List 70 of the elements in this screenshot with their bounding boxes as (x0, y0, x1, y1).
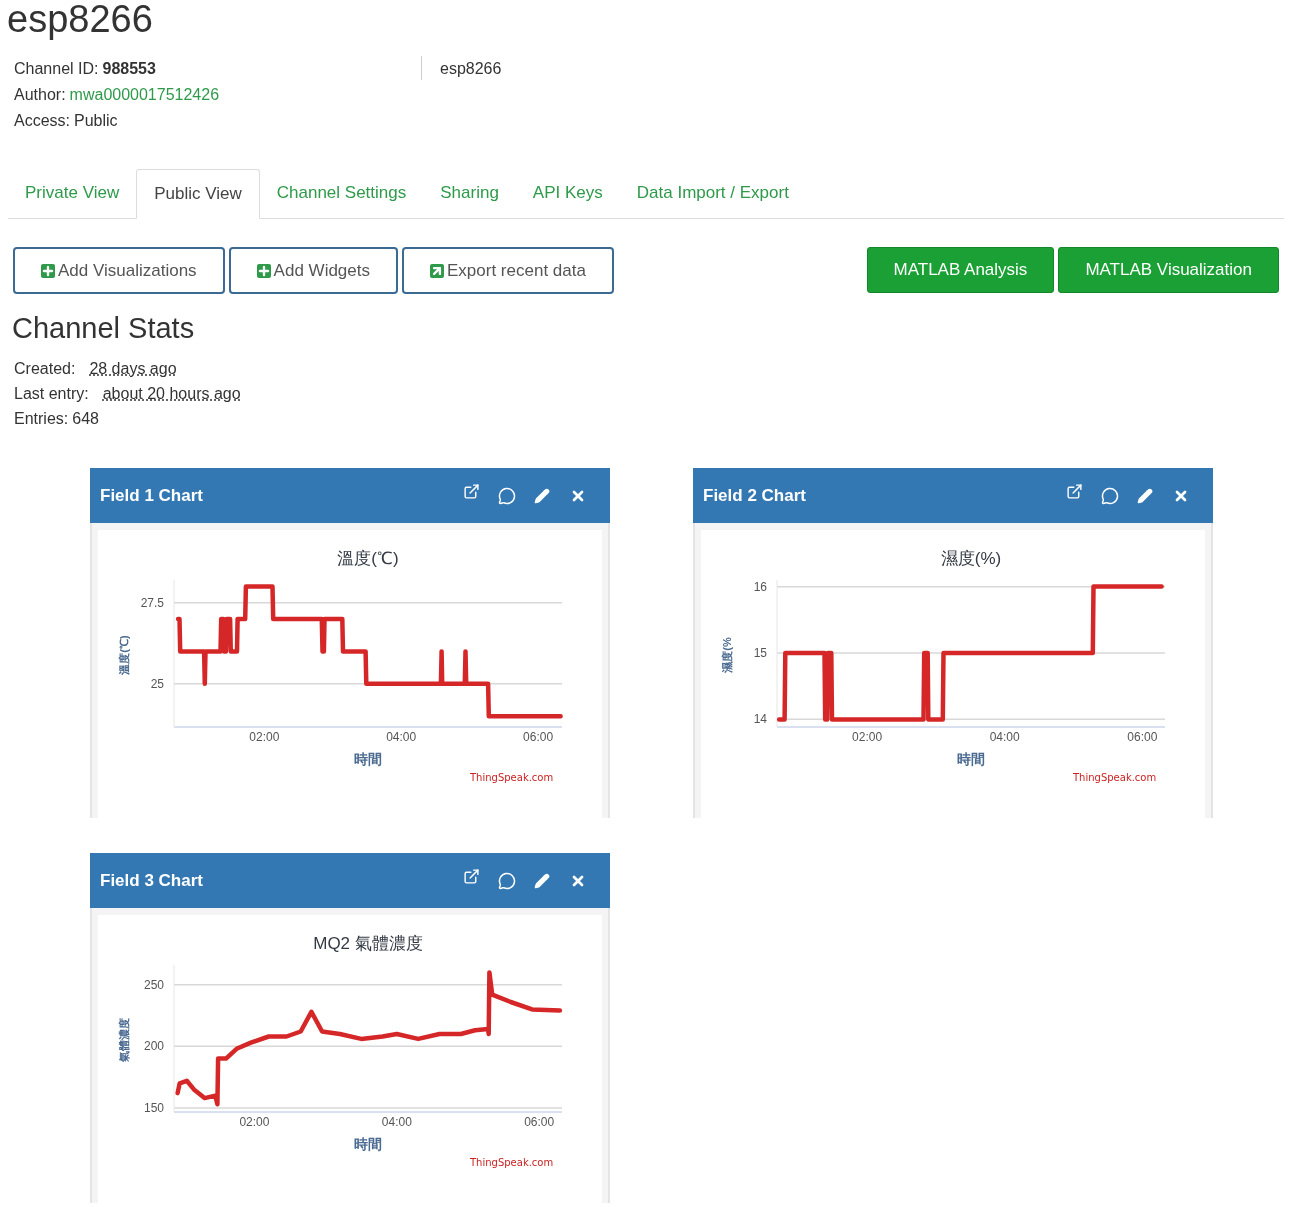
info-label: Author: (14, 85, 66, 105)
action-button[interactable]: Add Visualizations (13, 247, 225, 294)
y-axis-title: 濕度(% (721, 637, 733, 673)
y-tick-label: 14 (753, 712, 767, 727)
info-value: Public (74, 111, 118, 131)
info-label: Access: (14, 111, 70, 131)
widget-title: Field 1 Chart (100, 484, 204, 507)
y-axis-title: 溫度(℃) (118, 635, 130, 675)
y-tick-label: 27.5 (140, 595, 164, 610)
y-tick-label: 250 (143, 977, 164, 992)
chart-credit: ThingSpeak.com (1073, 771, 1157, 785)
x-tick-label: 02:00 (852, 730, 883, 744)
y-tick-label: 200 (143, 1039, 164, 1054)
x-tick-label: 06:00 (524, 1115, 555, 1129)
edit-icon[interactable] (534, 487, 550, 504)
info-value: 988553 (102, 59, 156, 79)
chart-title: 溫度(℃) (337, 549, 399, 568)
tab[interactable]: Public View (136, 169, 260, 219)
chart-title: 濕度(%) (940, 549, 1002, 568)
action-button[interactable]: Export recent data (402, 247, 614, 294)
y-tick-label: 15 (753, 646, 767, 660)
y-tick-label: 25 (150, 676, 164, 691)
comment-icon[interactable] (1101, 486, 1119, 505)
tab[interactable]: API Keys (515, 168, 620, 218)
section-title: Channel Stats (11, 311, 196, 345)
external-link-icon[interactable] (1066, 483, 1083, 500)
author-link[interactable]: mwa0000017512426 (69, 84, 220, 105)
x-tick-label: 04:00 (381, 1115, 412, 1129)
x-tick-label: 04:00 (386, 730, 417, 744)
x-axis-title: 時間 (957, 751, 985, 767)
stat-value: about 20 hours ago (102, 384, 241, 404)
x-tick-label: 06:00 (523, 730, 554, 744)
stat-value: 648 (72, 409, 99, 429)
external-link-icon[interactable] (463, 483, 480, 500)
tab[interactable]: Sharing (423, 168, 516, 218)
x-tick-label: 06:00 (1127, 730, 1158, 744)
plus-icon (256, 263, 271, 278)
stat-label: Last entry: (14, 384, 89, 404)
matlab-button[interactable]: MATLAB Visualization (1058, 247, 1279, 293)
chart-credit: ThingSpeak.com (470, 1156, 554, 1170)
x-tick-label: 02:00 (239, 1115, 270, 1129)
external-link-icon[interactable] (463, 868, 480, 885)
chart-credit: ThingSpeak.com (470, 771, 554, 785)
comment-icon[interactable] (498, 486, 516, 505)
edit-icon[interactable] (1137, 487, 1153, 504)
x-axis-title: 時間 (354, 751, 382, 767)
action-button[interactable]: Add Widgets (228, 247, 398, 294)
x-tick-label: 04:00 (989, 730, 1020, 744)
chart-title: MQ2 氣體濃度 (313, 934, 423, 953)
edit-icon[interactable] (534, 872, 550, 889)
widget-title: Field 3 Chart (100, 869, 204, 892)
x-tick-label: 02:00 (249, 730, 280, 744)
y-tick-label: 16 (753, 579, 767, 594)
x-axis-title: 時間 (354, 1136, 382, 1152)
comment-icon[interactable] (498, 871, 516, 890)
info-label: Channel ID: (14, 59, 99, 79)
plus-icon (41, 263, 55, 278)
export-icon (430, 263, 444, 278)
channel-title: esp8266 (6, 0, 154, 40)
y-axis-title: 氣體濃度 (118, 1018, 130, 1062)
widget-title: Field 2 Chart (703, 484, 807, 507)
channel-description: esp8266 (440, 59, 502, 79)
stat-label: Created: (14, 359, 76, 379)
stat-label: Entries: (14, 409, 69, 429)
tab[interactable]: Channel Settings (259, 168, 424, 218)
tab[interactable]: Private View (8, 168, 137, 218)
tab[interactable]: Data Import / Export (619, 168, 806, 218)
y-tick-label: 150 (143, 1100, 164, 1115)
stat-value: 28 days ago (89, 359, 177, 379)
matlab-button[interactable]: MATLAB Analysis (866, 247, 1055, 293)
